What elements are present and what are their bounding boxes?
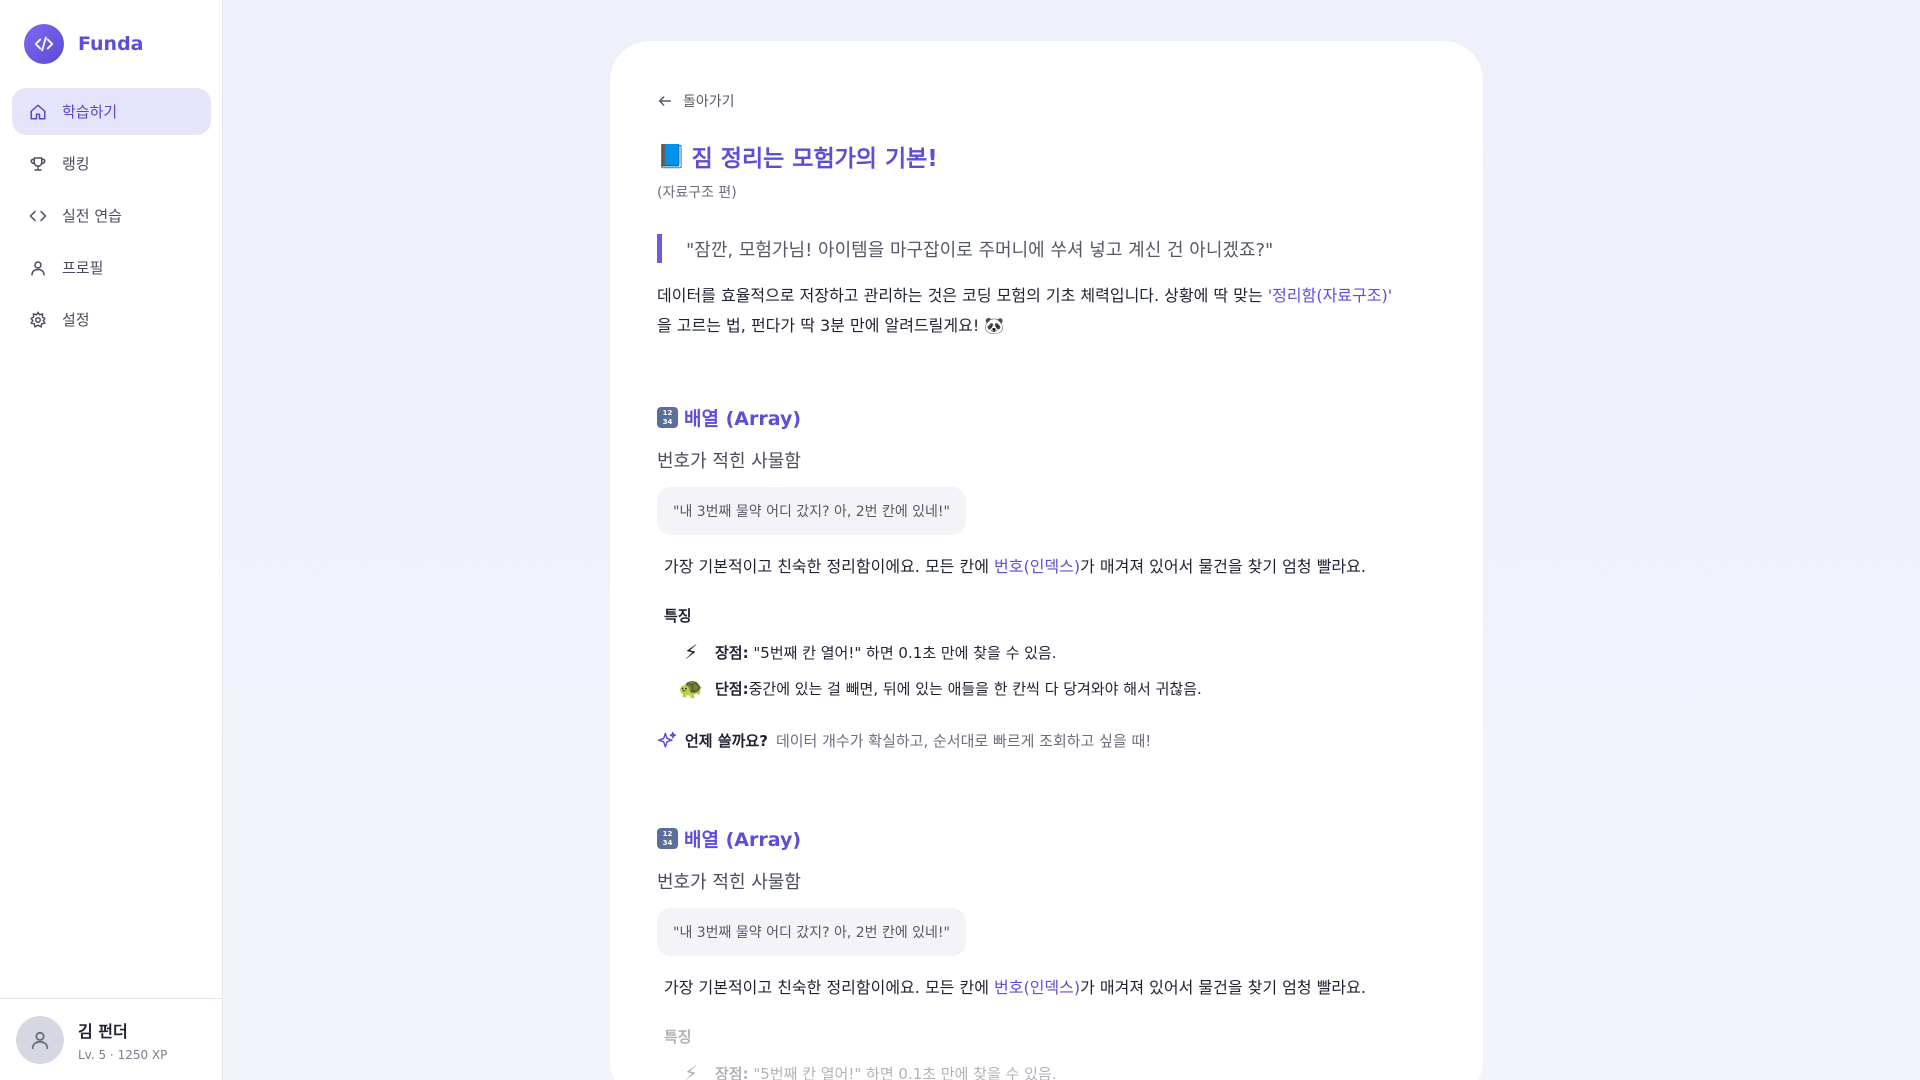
section-title: 12 34 배열 (Array) — [657, 404, 1437, 431]
description-part: 가 매겨져 있어서 물건을 찾기 엄청 빨라요. — [1080, 978, 1366, 997]
section-title-text: 배열 (Array) — [684, 408, 802, 430]
brand-name: Funda — [78, 33, 144, 55]
feature-text: "5번째 칸 열어!" 하면 0.1초 만에 찾을 수 있음. — [748, 1064, 1057, 1080]
section-title: 12 34 배열 (Array) — [657, 825, 1437, 852]
section-subtitle: 번호가 적힌 사물함 — [657, 451, 801, 472]
sidebar-item-label: 설정 — [62, 311, 90, 329]
section-array: 12 34 배열 (Array) 번호가 적힌 사물함 "내 3번째 물약 어디 … — [657, 404, 1437, 751]
back-label: 돌아가기 — [683, 94, 735, 110]
when-label: 언제 쓸까요? — [685, 732, 768, 750]
lightning-icon: ⚡ — [683, 640, 699, 664]
numbers-icon: 12 34 — [657, 407, 678, 428]
description-highlight: 번호(인덱스) — [994, 978, 1081, 997]
arrow-left-icon — [658, 96, 672, 106]
gear-icon — [28, 310, 48, 330]
user-name: 김 펀더 — [78, 1021, 128, 1041]
user-level: Lv. 5 · 1250 XP — [78, 1047, 168, 1062]
user-profile[interactable]: 김 펀더 Lv. 5 · 1250 XP — [0, 998, 223, 1080]
section-description: 가장 기본적이고 친숙한 정리함이에요. 모든 칸에 번호(인덱스)가 매겨져 … — [657, 974, 1437, 998]
example-bubble: "내 3번째 물약 어디 갔지? 아, 2번 칸에 있네!" — [657, 908, 966, 956]
description-highlight: 번호(인덱스) — [994, 557, 1081, 576]
example-bubble: "내 3번째 물약 어디 갔지? 아, 2번 칸에 있네!" — [657, 487, 966, 535]
sidebar: Funda 학습하기 랭킹 실전 연습 프로필 설정 김 펀더 Lv. 5 · … — [0, 0, 223, 1080]
description-part: 가장 기본적이고 친숙한 정리함이에요. 모든 칸에 — [664, 978, 995, 997]
feature-key: 장점: — [715, 1064, 749, 1080]
when-to-use: 언제 쓸까요? 데이터 개수가 확실하고, 순서대로 빠르게 조회하고 싶을 때… — [657, 730, 1437, 751]
sidebar-item-label: 프로필 — [62, 259, 104, 277]
code-icon — [28, 206, 48, 226]
sidebar-item-ranking[interactable]: 랭킹 — [12, 140, 211, 187]
sidebar-item-settings[interactable]: 설정 — [12, 296, 211, 343]
sidebar-item-label: 실전 연습 — [62, 207, 122, 225]
user-icon — [28, 258, 48, 278]
back-button[interactable]: 돌아가기 — [657, 91, 735, 111]
sidebar-item-profile[interactable]: 프로필 — [12, 244, 211, 291]
turtle-icon: 🐢 — [678, 676, 704, 700]
description-part: 가 매겨져 있어서 물건을 찾기 엄청 빨라요. — [1080, 557, 1366, 576]
lesson-card: 돌아가기 📘 짐 정리는 모험가의 기본! (자료구조 편) "잠깐, 모험가님… — [610, 41, 1483, 1080]
sidebar-item-label: 학습하기 — [62, 103, 118, 121]
brand[interactable]: Funda — [24, 24, 144, 64]
feature-item: ⚡ 장점: "5번째 칸 열어!" 하면 0.1초 만에 찾을 수 있음. — [657, 1061, 1437, 1080]
intro-highlight: '정리함(자료구조)' — [1267, 286, 1393, 305]
lightning-icon: ⚡ — [683, 1061, 699, 1080]
avatar — [16, 1015, 64, 1064]
home-icon — [28, 102, 48, 122]
sidebar-item-learn[interactable]: 학습하기 — [12, 88, 211, 135]
features-label: 특징 — [664, 1028, 692, 1046]
section-description: 가장 기본적이고 친숙한 정리함이에요. 모든 칸에 번호(인덱스)가 매겨져 … — [657, 553, 1437, 577]
section-array-2: 12 34 배열 (Array) 번호가 적힌 사물함 "내 3번째 물약 어디 … — [657, 825, 1437, 1080]
feature-item: 🐢 단점:중간에 있는 걸 빼면, 뒤에 있는 애들을 한 칸씩 다 당겨와야 … — [657, 676, 1437, 700]
page-title: 📘 짐 정리는 모험가의 기본! — [657, 139, 938, 173]
feature-item: ⚡ 장점: "5번째 칸 열어!" 하면 0.1초 만에 찾을 수 있음. — [657, 640, 1437, 664]
features-label: 특징 — [664, 607, 692, 625]
trophy-icon — [28, 154, 48, 174]
intro-text-part: 데이터를 효율적으로 저장하고 관리하는 것은 코딩 모험의 기초 체력입니다.… — [657, 286, 1268, 305]
sidebar-item-label: 랭킹 — [62, 155, 90, 173]
feature-text: "5번째 칸 열어!" 하면 0.1초 만에 찾을 수 있음. — [748, 643, 1057, 662]
feature-key: 장점: — [715, 643, 749, 662]
section-title-text: 배열 (Array) — [684, 829, 802, 851]
page-subtitle: (자료구조 편) — [657, 185, 737, 201]
book-icon: 📘 — [657, 143, 686, 170]
feature-key: 단점: — [715, 679, 749, 698]
numbers-icon: 12 34 — [657, 828, 678, 849]
section-subtitle: 번호가 적힌 사물함 — [657, 872, 801, 893]
page-title-text: 짐 정리는 모험가의 기본! — [691, 146, 938, 172]
sparkles-icon — [657, 731, 677, 748]
feature-text: 중간에 있는 걸 빼면, 뒤에 있는 애들을 한 칸씩 다 당겨와야 해서 귀찮… — [748, 679, 1202, 698]
sidebar-item-practice[interactable]: 실전 연습 — [12, 192, 211, 239]
intro-quote: "잠깐, 모험가님! 아이템을 마구잡이로 주머니에 쑤셔 넣고 계신 건 아니… — [657, 234, 1273, 263]
description-part: 가장 기본적이고 친숙한 정리함이에요. 모든 칸에 — [664, 557, 995, 576]
sidebar-nav: 학습하기 랭킹 실전 연습 프로필 설정 — [12, 88, 211, 348]
intro-text: 데이터를 효율적으로 저장하고 관리하는 것은 코딩 모험의 기초 체력입니다.… — [657, 281, 1437, 341]
intro-text-part: 을 고르는 법, 펀다가 딱 3분 만에 알려드릴게요! 🐼 — [657, 316, 1005, 335]
code-logo-icon — [24, 24, 64, 64]
when-text: 데이터 개수가 확실하고, 순서대로 빠르게 조회하고 싶을 때! — [775, 732, 1152, 750]
